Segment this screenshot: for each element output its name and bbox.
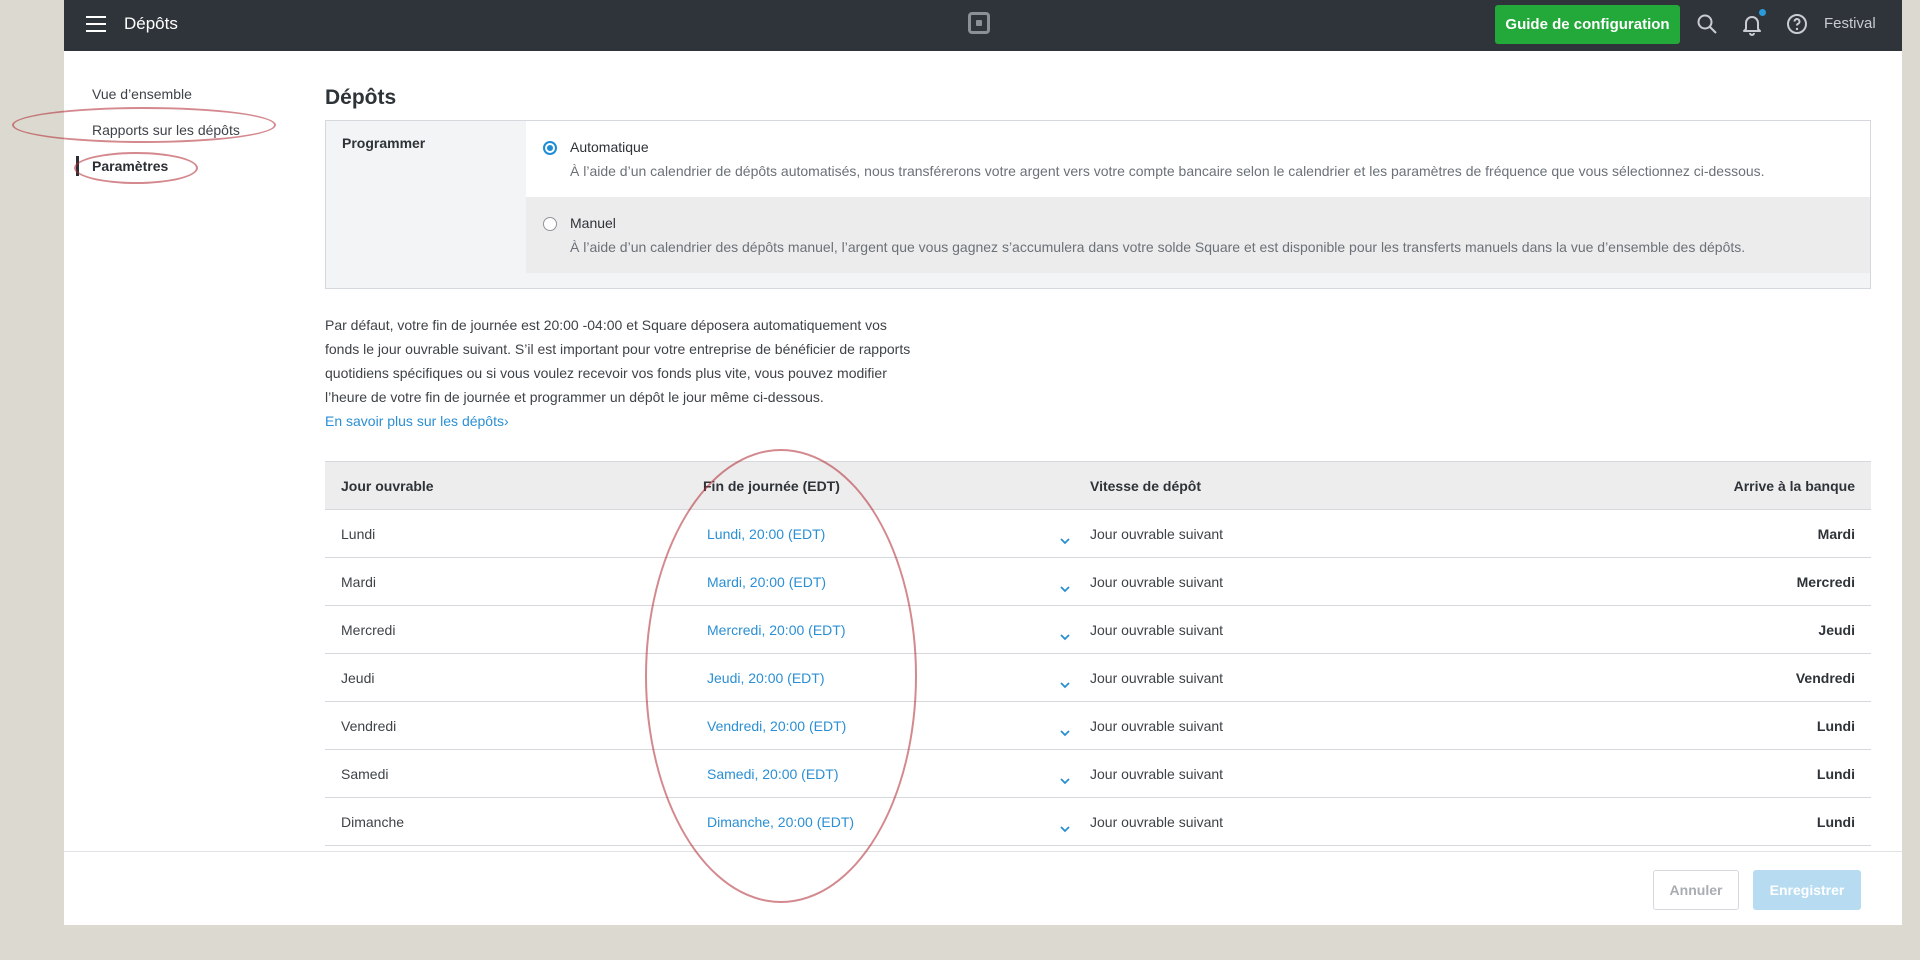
table-row: Samedi Samedi, 20:00 (EDT) Jour ouvrable s… xyxy=(325,750,1871,798)
end-of-day-value[interactable]: Mardi, 20:00 (EDT) xyxy=(703,574,826,590)
cell-arrives-bank: Lundi xyxy=(1816,717,1855,734)
notification-dot xyxy=(1759,9,1766,16)
option-description: À l’aide d’un calendrier de dépôts autom… xyxy=(570,163,1765,179)
cell-arrives-bank: Lundi xyxy=(1816,813,1855,830)
table-row: Mardi Mardi, 20:00 (EDT) Jour ouvrable sui… xyxy=(325,558,1871,606)
deposit-schedule-table: Jour ouvrable Fin de journée (EDT) Vites… xyxy=(325,461,1871,846)
option-description: À l’aide d’un calendrier des dépôts manu… xyxy=(570,239,1746,255)
app-window: Dépôts Guide de configuration Festival V… xyxy=(64,0,1902,925)
cancel-button[interactable]: Annuler xyxy=(1653,870,1739,910)
chevron-down-icon[interactable] xyxy=(1060,585,1070,593)
end-of-day-select[interactable]: Lundi, 20:00 (EDT) xyxy=(703,510,1090,557)
cell-business-day: Mercredi xyxy=(341,621,396,638)
end-of-day-select[interactable]: Jeudi, 20:00 (EDT) xyxy=(703,654,1090,701)
sidebar-nav: Vue d’ensemble Rapports sur les dépôts P… xyxy=(76,84,240,192)
cell-business-day: Jeudi xyxy=(341,669,375,686)
setup-guide-button[interactable]: Guide de configuration xyxy=(1495,5,1680,44)
chevron-down-icon[interactable] xyxy=(1060,825,1070,833)
main-content: Dépôts Programmer Automatique À l’aide d… xyxy=(325,86,1871,846)
schedule-label: Programmer xyxy=(342,135,426,151)
schedule-option-automatic[interactable]: Automatique À l’aide d’un calendrier de … xyxy=(526,121,1870,197)
table-row: Jeudi Jeudi, 20:00 (EDT) Jour ouvrable sui… xyxy=(325,654,1871,702)
end-of-day-value[interactable]: Vendredi, 20:00 (EDT) xyxy=(703,718,846,734)
square-logo-icon[interactable] xyxy=(968,12,990,34)
table-row: Lundi Lundi, 20:00 (EDT) Jour ouvrable sui… xyxy=(325,510,1871,558)
save-button[interactable]: Enregistrer xyxy=(1753,870,1861,910)
cell-business-day: Lundi xyxy=(341,525,376,542)
end-of-day-select[interactable]: Samedi, 20:00 (EDT) xyxy=(703,750,1090,797)
cell-business-day: Mardi xyxy=(341,573,377,590)
chevron-down-icon[interactable] xyxy=(1060,777,1070,785)
column-header: Fin de journée (EDT) xyxy=(703,462,1090,509)
end-of-day-value[interactable]: Samedi, 20:00 (EDT) xyxy=(703,766,839,782)
topbar-title: Dépôts xyxy=(124,14,178,33)
table-row: Mercredi Mercredi, 20:00 (EDT) Jour ouvrab… xyxy=(325,606,1871,654)
table-row: Dimanche Dimanche, 20:00 (EDT) Jour ouvrab… xyxy=(325,798,1871,846)
end-of-day-select[interactable]: Mardi, 20:00 (EDT) xyxy=(703,558,1090,605)
cell-deposit-speed: Jour ouvrable suivant xyxy=(1090,573,1224,590)
help-icon[interactable] xyxy=(1785,12,1809,36)
intro-text-block: Par défaut, votre fin de journée est 20:… xyxy=(325,313,925,433)
page-title: Dépôts xyxy=(325,86,397,109)
end-of-day-select[interactable]: Vendredi, 20:00 (EDT) xyxy=(703,702,1090,749)
cell-deposit-speed: Jour ouvrable suivant xyxy=(1090,525,1224,542)
schedule-option-manual[interactable]: Manuel À l’aide d’un calendrier des dépô… xyxy=(526,197,1870,273)
menu-icon[interactable] xyxy=(86,16,106,32)
end-of-day-select[interactable]: Mercredi, 20:00 (EDT) xyxy=(703,606,1090,653)
cell-business-day: Samedi xyxy=(341,765,389,782)
option-title[interactable]: Automatique xyxy=(570,139,649,155)
end-of-day-value[interactable]: Lundi, 20:00 (EDT) xyxy=(703,526,825,542)
radio-manual[interactable] xyxy=(543,217,557,231)
cell-arrives-bank: Mercredi xyxy=(1796,573,1855,590)
search-icon[interactable] xyxy=(1695,12,1719,36)
cell-deposit-speed: Jour ouvrable suivant xyxy=(1090,621,1224,638)
column-header-label: Fin de journée (EDT) xyxy=(703,477,840,494)
learn-more-link[interactable]: En savoir plus sur les dépôts› xyxy=(325,409,509,433)
end-of-day-value[interactable]: Dimanche, 20:00 (EDT) xyxy=(703,814,854,830)
cell-deposit-speed: Jour ouvrable suivant xyxy=(1090,717,1224,734)
cell-deposit-speed: Jour ouvrable suivant xyxy=(1090,813,1224,830)
end-of-day-select[interactable]: Dimanche, 20:00 (EDT) xyxy=(703,798,1090,845)
sidebar-item-settings[interactable]: Paramètres xyxy=(76,156,240,192)
column-header: Vitesse de dépôt xyxy=(1090,477,1202,494)
option-title[interactable]: Manuel xyxy=(570,215,616,231)
column-header: Arrive à la banque xyxy=(1733,477,1855,494)
cell-arrives-bank: Vendredi xyxy=(1795,669,1855,686)
intro-paragraph: Par défaut, votre fin de journée est 20:… xyxy=(325,317,911,405)
account-name[interactable]: Festival xyxy=(1824,15,1876,32)
top-bar: Dépôts Guide de configuration Festival xyxy=(64,0,1902,51)
footer-bar: Annuler Enregistrer xyxy=(64,851,1902,925)
cell-arrives-bank: Lundi xyxy=(1816,765,1855,782)
chevron-down-icon[interactable] xyxy=(1060,537,1070,545)
cell-arrives-bank: Mardi xyxy=(1817,525,1855,542)
chevron-down-icon[interactable] xyxy=(1060,633,1070,641)
cell-arrives-bank: Jeudi xyxy=(1818,621,1855,638)
cell-deposit-speed: Jour ouvrable suivant xyxy=(1090,669,1224,686)
cell-deposit-speed: Jour ouvrable suivant xyxy=(1090,765,1224,782)
end-of-day-value[interactable]: Jeudi, 20:00 (EDT) xyxy=(703,670,825,686)
table-header: Jour ouvrable Fin de journée (EDT) Vites… xyxy=(325,462,1871,510)
cell-business-day: Dimanche xyxy=(341,813,405,830)
chevron-down-icon[interactable] xyxy=(1060,681,1070,689)
chevron-down-icon[interactable] xyxy=(1060,729,1070,737)
column-header: Jour ouvrable xyxy=(341,477,434,494)
table-row: Vendredi Vendredi, 20:00 (EDT) Jour ouvrab… xyxy=(325,702,1871,750)
radio-automatic[interactable] xyxy=(543,141,557,155)
cell-business-day: Vendredi xyxy=(341,717,397,734)
sidebar-item-deposit-reports[interactable]: Rapports sur les dépôts xyxy=(92,120,240,156)
sidebar-item-overview[interactable]: Vue d’ensemble xyxy=(92,84,240,120)
end-of-day-value[interactable]: Mercredi, 20:00 (EDT) xyxy=(703,622,845,638)
schedule-panel: Programmer Automatique À l’aide d’un cal… xyxy=(325,120,1871,289)
